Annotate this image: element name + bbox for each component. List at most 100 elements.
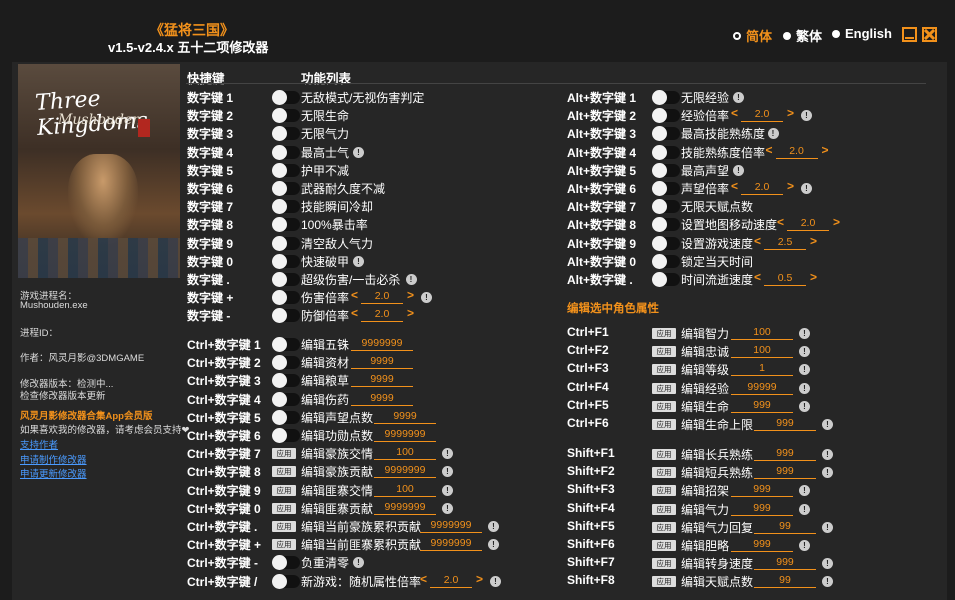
value-input[interactable]: 999 [731, 502, 793, 516]
info-icon[interactable]: ! [733, 164, 744, 176]
increase-arrow[interactable]: > [810, 234, 817, 248]
toggle-switch[interactable] [272, 199, 300, 215]
apply-button[interactable]: 应用 [652, 485, 676, 497]
toggle-switch[interactable] [652, 181, 680, 196]
info-icon[interactable]: ! [799, 328, 810, 339]
increase-arrow[interactable]: > [787, 179, 794, 193]
apply-button[interactable]: 应用 [652, 400, 676, 412]
toggle-switch[interactable] [652, 217, 680, 233]
apply-button[interactable]: 应用 [652, 521, 676, 533]
apply-button[interactable]: 应用 [652, 364, 676, 376]
lang-english[interactable]: English [832, 26, 892, 41]
apply-button[interactable]: 应用 [272, 448, 296, 460]
decrease-arrow[interactable]: < [754, 270, 761, 284]
info-icon[interactable]: ! [353, 255, 364, 267]
info-icon[interactable]: ! [822, 521, 833, 533]
value-input[interactable]: 2.0 [741, 181, 783, 195]
toggle-switch[interactable] [652, 126, 680, 142]
value-input[interactable]: 100 [374, 483, 436, 497]
toggle-switch[interactable] [652, 253, 680, 269]
value-input[interactable]: 1 [731, 362, 793, 377]
value-input[interactable]: 9999 [351, 355, 413, 370]
lang-simplified[interactable]: 简体 [733, 26, 772, 45]
toggle-switch[interactable] [272, 272, 300, 287]
value-input[interactable]: 99 [754, 574, 816, 589]
value-input[interactable]: 9999999 [420, 537, 482, 552]
toggle-switch[interactable] [652, 162, 680, 178]
decrease-arrow[interactable]: < [731, 179, 738, 193]
value-input[interactable]: 9999999 [420, 519, 482, 533]
value-input[interactable]: 999 [754, 417, 816, 431]
toggle-switch[interactable] [652, 199, 680, 215]
info-icon[interactable]: ! [799, 503, 810, 515]
toggle-switch[interactable] [652, 272, 680, 287]
request-update-link[interactable]: 申请更新修改器 [20, 466, 87, 480]
toggle-switch[interactable] [272, 409, 300, 425]
value-input[interactable]: 999 [754, 447, 816, 461]
value-input[interactable]: 2.0 [430, 574, 472, 588]
toggle-switch[interactable] [272, 235, 300, 251]
info-icon[interactable]: ! [490, 575, 501, 587]
toggle-switch[interactable] [652, 235, 680, 251]
toggle-switch[interactable] [652, 144, 680, 160]
info-icon[interactable]: ! [442, 502, 453, 514]
value-input[interactable]: 999 [731, 538, 793, 552]
value-input[interactable]: 0.5 [764, 272, 806, 286]
value-input[interactable]: 2.5 [764, 236, 806, 250]
value-input[interactable]: 999 [754, 556, 816, 571]
value-input[interactable]: 99 [754, 520, 816, 534]
value-input[interactable]: 9999 [351, 392, 413, 406]
apply-button[interactable]: 应用 [652, 382, 676, 394]
increase-arrow[interactable]: > [476, 572, 483, 586]
info-icon[interactable]: ! [767, 128, 779, 140]
increase-arrow[interactable]: > [407, 306, 414, 320]
apply-button[interactable]: 应用 [652, 576, 676, 588]
request-new-link[interactable]: 申请制作修改器 [20, 452, 87, 466]
info-icon[interactable]: ! [799, 382, 810, 394]
decrease-arrow[interactable]: < [731, 106, 738, 120]
decrease-arrow[interactable]: < [351, 306, 358, 320]
apply-button[interactable]: 应用 [272, 502, 296, 514]
info-icon[interactable]: ! [822, 419, 833, 430]
value-input[interactable]: 99999 [731, 381, 793, 395]
value-input[interactable]: 9999 [374, 410, 436, 424]
toggle-switch[interactable] [272, 373, 300, 389]
value-input[interactable]: 2.0 [741, 108, 783, 123]
apply-button[interactable]: 应用 [272, 484, 296, 496]
toggle-switch[interactable] [272, 162, 300, 178]
toggle-switch[interactable] [272, 573, 300, 589]
value-input[interactable]: 9999999 [374, 501, 436, 515]
increase-arrow[interactable]: > [822, 143, 829, 157]
value-input[interactable]: 2.0 [775, 145, 818, 159]
decrease-arrow[interactable]: < [777, 215, 784, 229]
apply-button[interactable]: 应用 [272, 521, 296, 532]
value-input[interactable]: 999 [731, 483, 793, 498]
apply-button[interactable]: 应用 [272, 539, 296, 551]
increase-arrow[interactable]: > [833, 215, 840, 229]
increase-arrow[interactable]: > [407, 288, 414, 302]
info-icon[interactable]: ! [353, 146, 364, 158]
value-input[interactable]: 2.0 [787, 217, 829, 232]
increase-arrow[interactable]: > [810, 270, 817, 284]
decrease-arrow[interactable]: < [351, 288, 358, 302]
apply-button[interactable]: 应用 [652, 346, 676, 358]
promo-link[interactable]: 风灵月影修改器合集App会员版 [20, 408, 152, 422]
value-input[interactable]: 2.0 [361, 290, 403, 305]
apply-button[interactable]: 应用 [652, 449, 676, 460]
value-input[interactable]: 9999999 [351, 337, 413, 351]
info-icon[interactable]: ! [488, 521, 499, 532]
toggle-switch[interactable] [272, 308, 300, 324]
info-icon[interactable]: ! [799, 540, 810, 551]
apply-button[interactable]: 应用 [652, 328, 676, 339]
info-icon[interactable]: ! [801, 183, 812, 194]
toggle-switch[interactable] [272, 90, 300, 105]
toggle-switch[interactable] [272, 126, 300, 142]
value-input[interactable]: 100 [731, 326, 793, 340]
toggle-switch[interactable] [652, 90, 680, 105]
info-icon[interactable]: ! [405, 274, 417, 285]
toggle-switch[interactable] [272, 555, 300, 571]
value-input[interactable]: 9999999 [374, 428, 436, 442]
apply-button[interactable]: 应用 [652, 503, 676, 515]
apply-button[interactable]: 应用 [652, 467, 676, 479]
info-icon[interactable]: ! [442, 484, 453, 496]
